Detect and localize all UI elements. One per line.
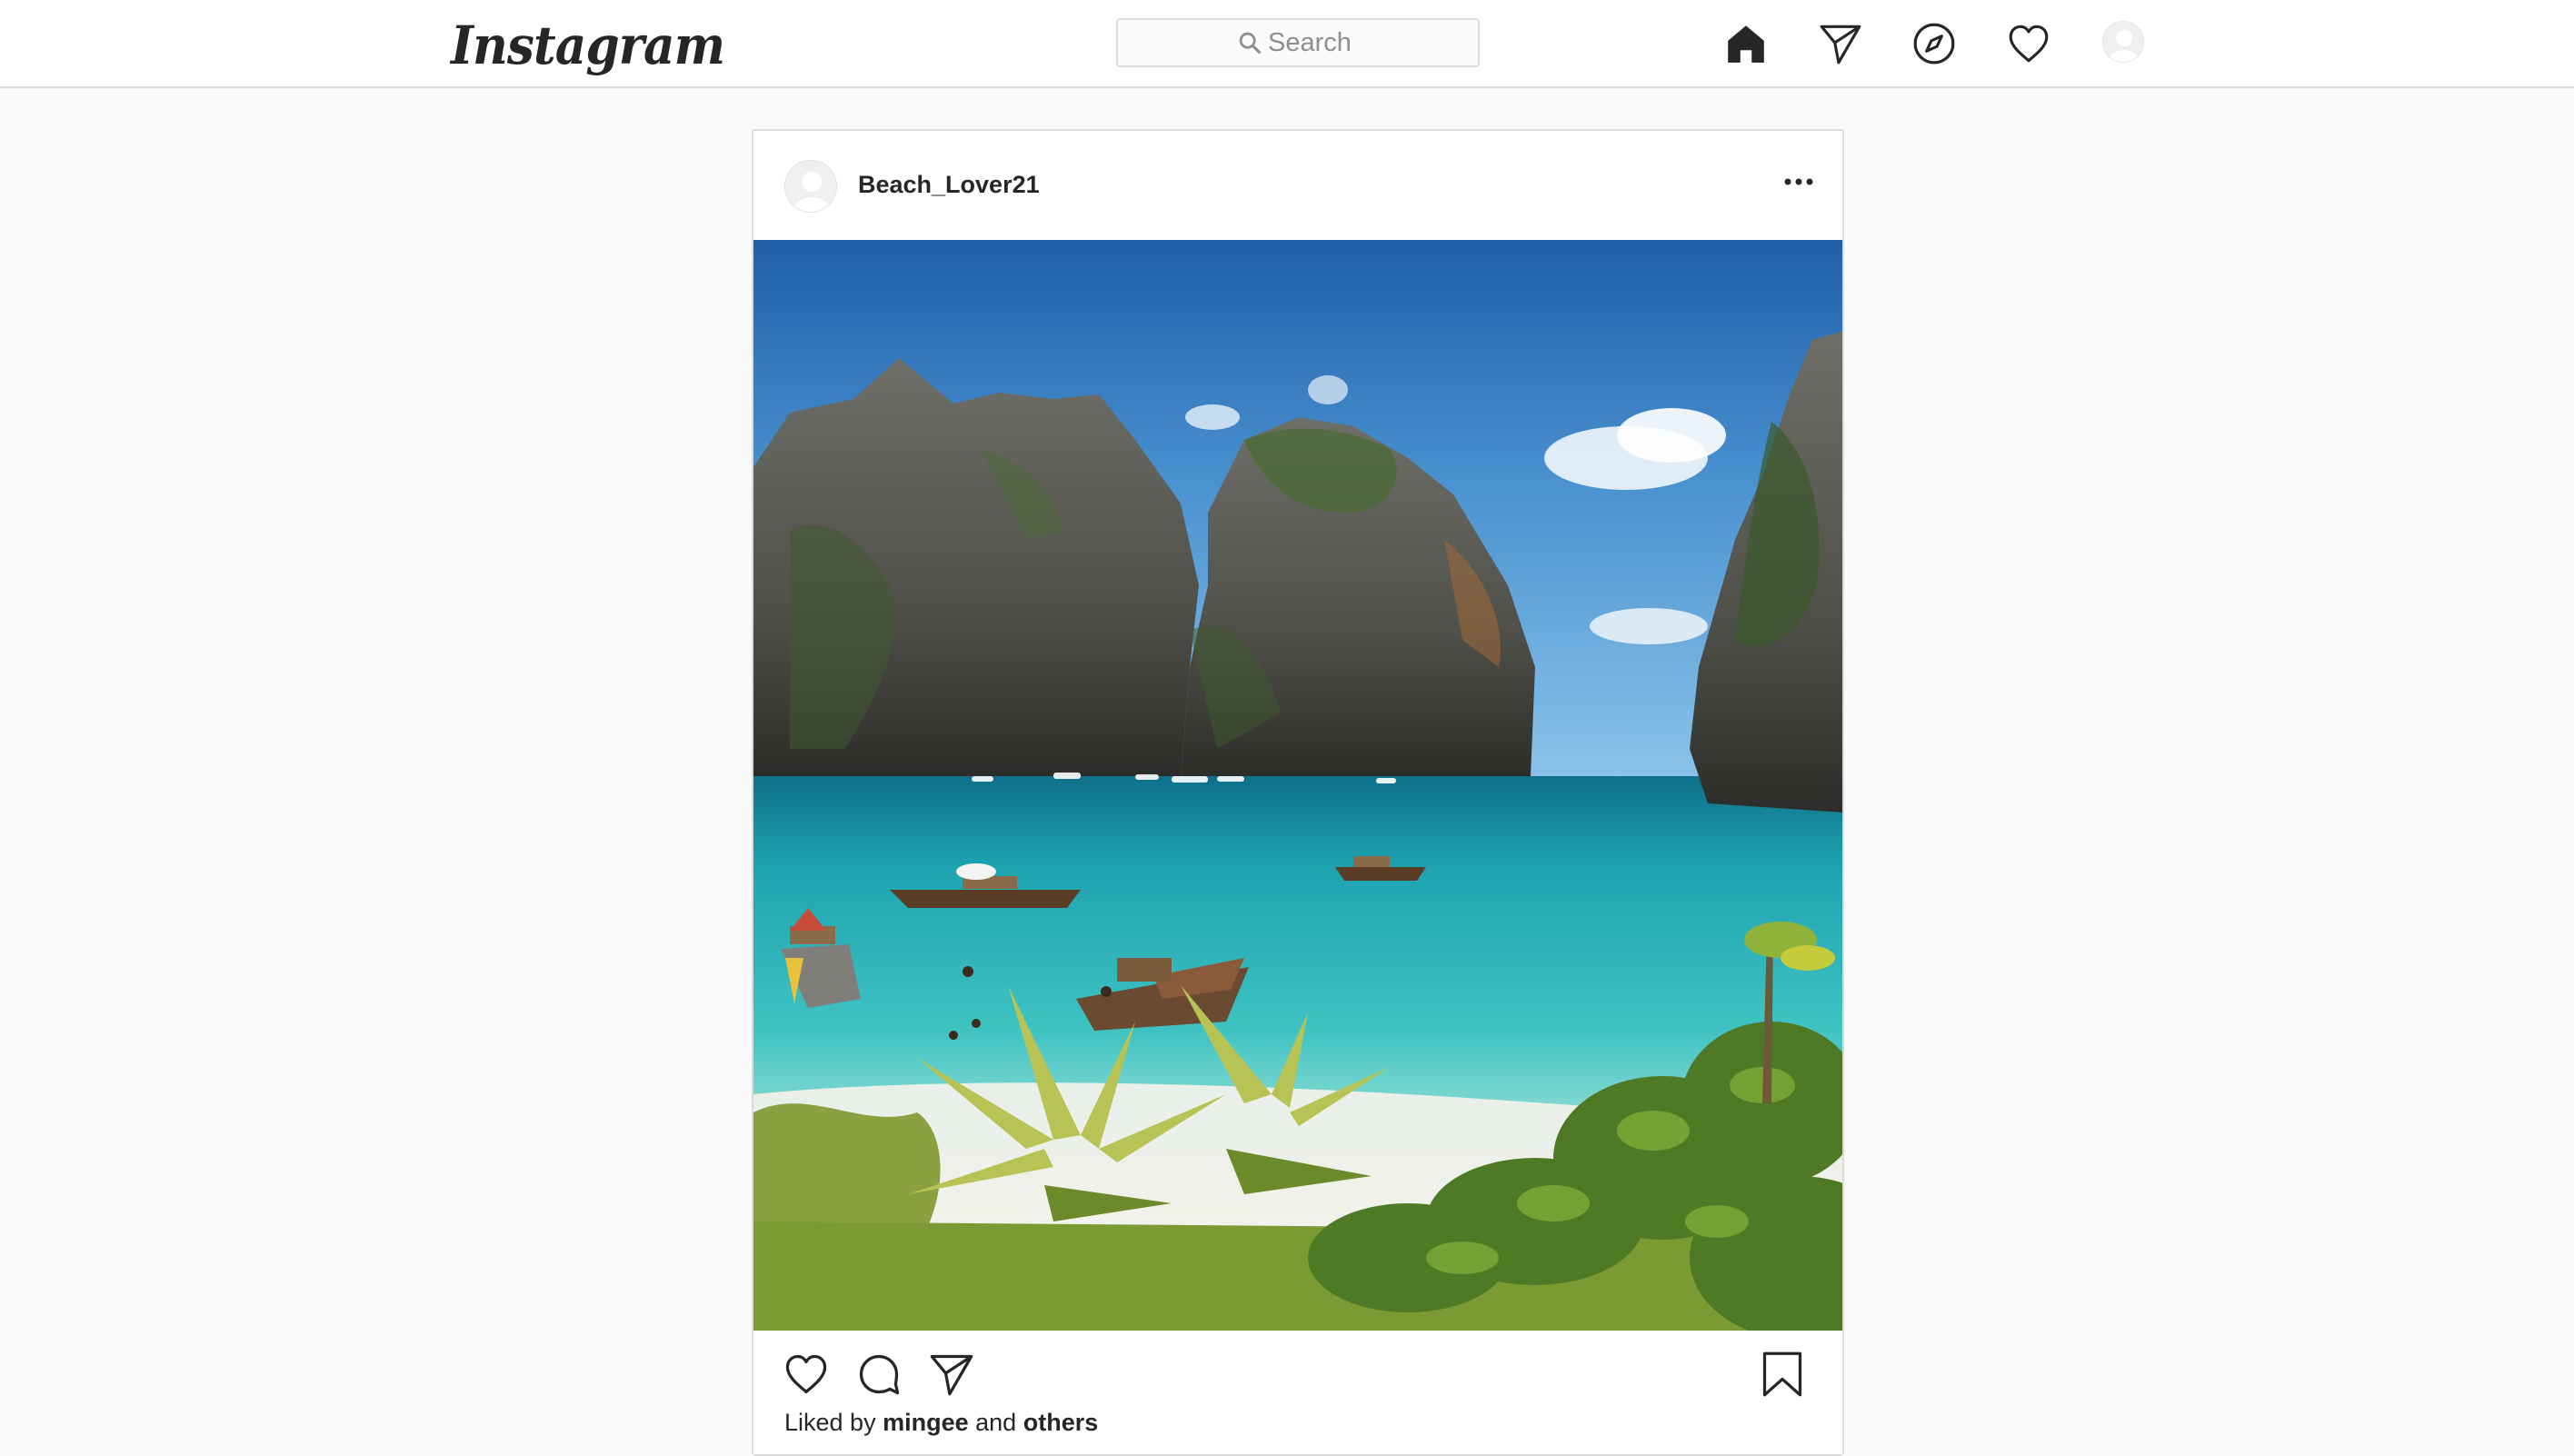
activity-button[interactable] [2003, 18, 2054, 69]
post-username[interactable]: Beach_Lover21 [858, 171, 1040, 199]
liked-by-others[interactable]: others [1023, 1409, 1099, 1436]
explore-button[interactable] [1909, 18, 1960, 69]
paper-plane-icon [930, 1354, 973, 1396]
post-card: Beach_Lover21 Liked by mingee and others [752, 129, 1844, 1456]
compass-icon [1913, 23, 1955, 65]
bookmark-icon [1762, 1351, 1802, 1397]
heart-outline-icon [785, 1354, 827, 1394]
likes-prefix: Liked by [784, 1409, 876, 1436]
heart-icon [2009, 25, 2049, 63]
share-button[interactable] [928, 1351, 975, 1398]
post-photo[interactable] [753, 240, 1842, 1331]
user-silhouette-icon [2109, 30, 2140, 62]
instagram-logo[interactable]: Instagram [451, 9, 725, 82]
comment-button[interactable] [855, 1351, 903, 1398]
search-icon [1239, 32, 1262, 55]
top-navigation-bar: Instagram [0, 0, 2574, 88]
likes-summary: Liked by mingee and others [784, 1409, 1098, 1437]
user-silhouette-icon [793, 172, 831, 212]
paper-plane-icon [1820, 25, 1861, 65]
beach-photo [753, 240, 1842, 1331]
profile-avatar[interactable] [2102, 21, 2144, 63]
search-input[interactable] [1268, 27, 1359, 58]
likes-joiner: and [975, 1409, 1017, 1436]
post-author-avatar[interactable] [784, 160, 837, 213]
home-icon [1728, 25, 1764, 63]
post-header: Beach_Lover21 [753, 131, 1842, 240]
comment-bubble-icon [859, 1354, 900, 1395]
save-button[interactable] [1759, 1351, 1806, 1398]
home-button[interactable] [1721, 18, 1771, 69]
post-actions [753, 1331, 1842, 1403]
liked-by-username[interactable]: mingee [883, 1409, 969, 1436]
direct-messages-button[interactable] [1815, 18, 1866, 69]
search-box[interactable] [1116, 18, 1480, 67]
like-button[interactable] [783, 1351, 830, 1398]
more-options-icon[interactable] [1781, 171, 1817, 193]
